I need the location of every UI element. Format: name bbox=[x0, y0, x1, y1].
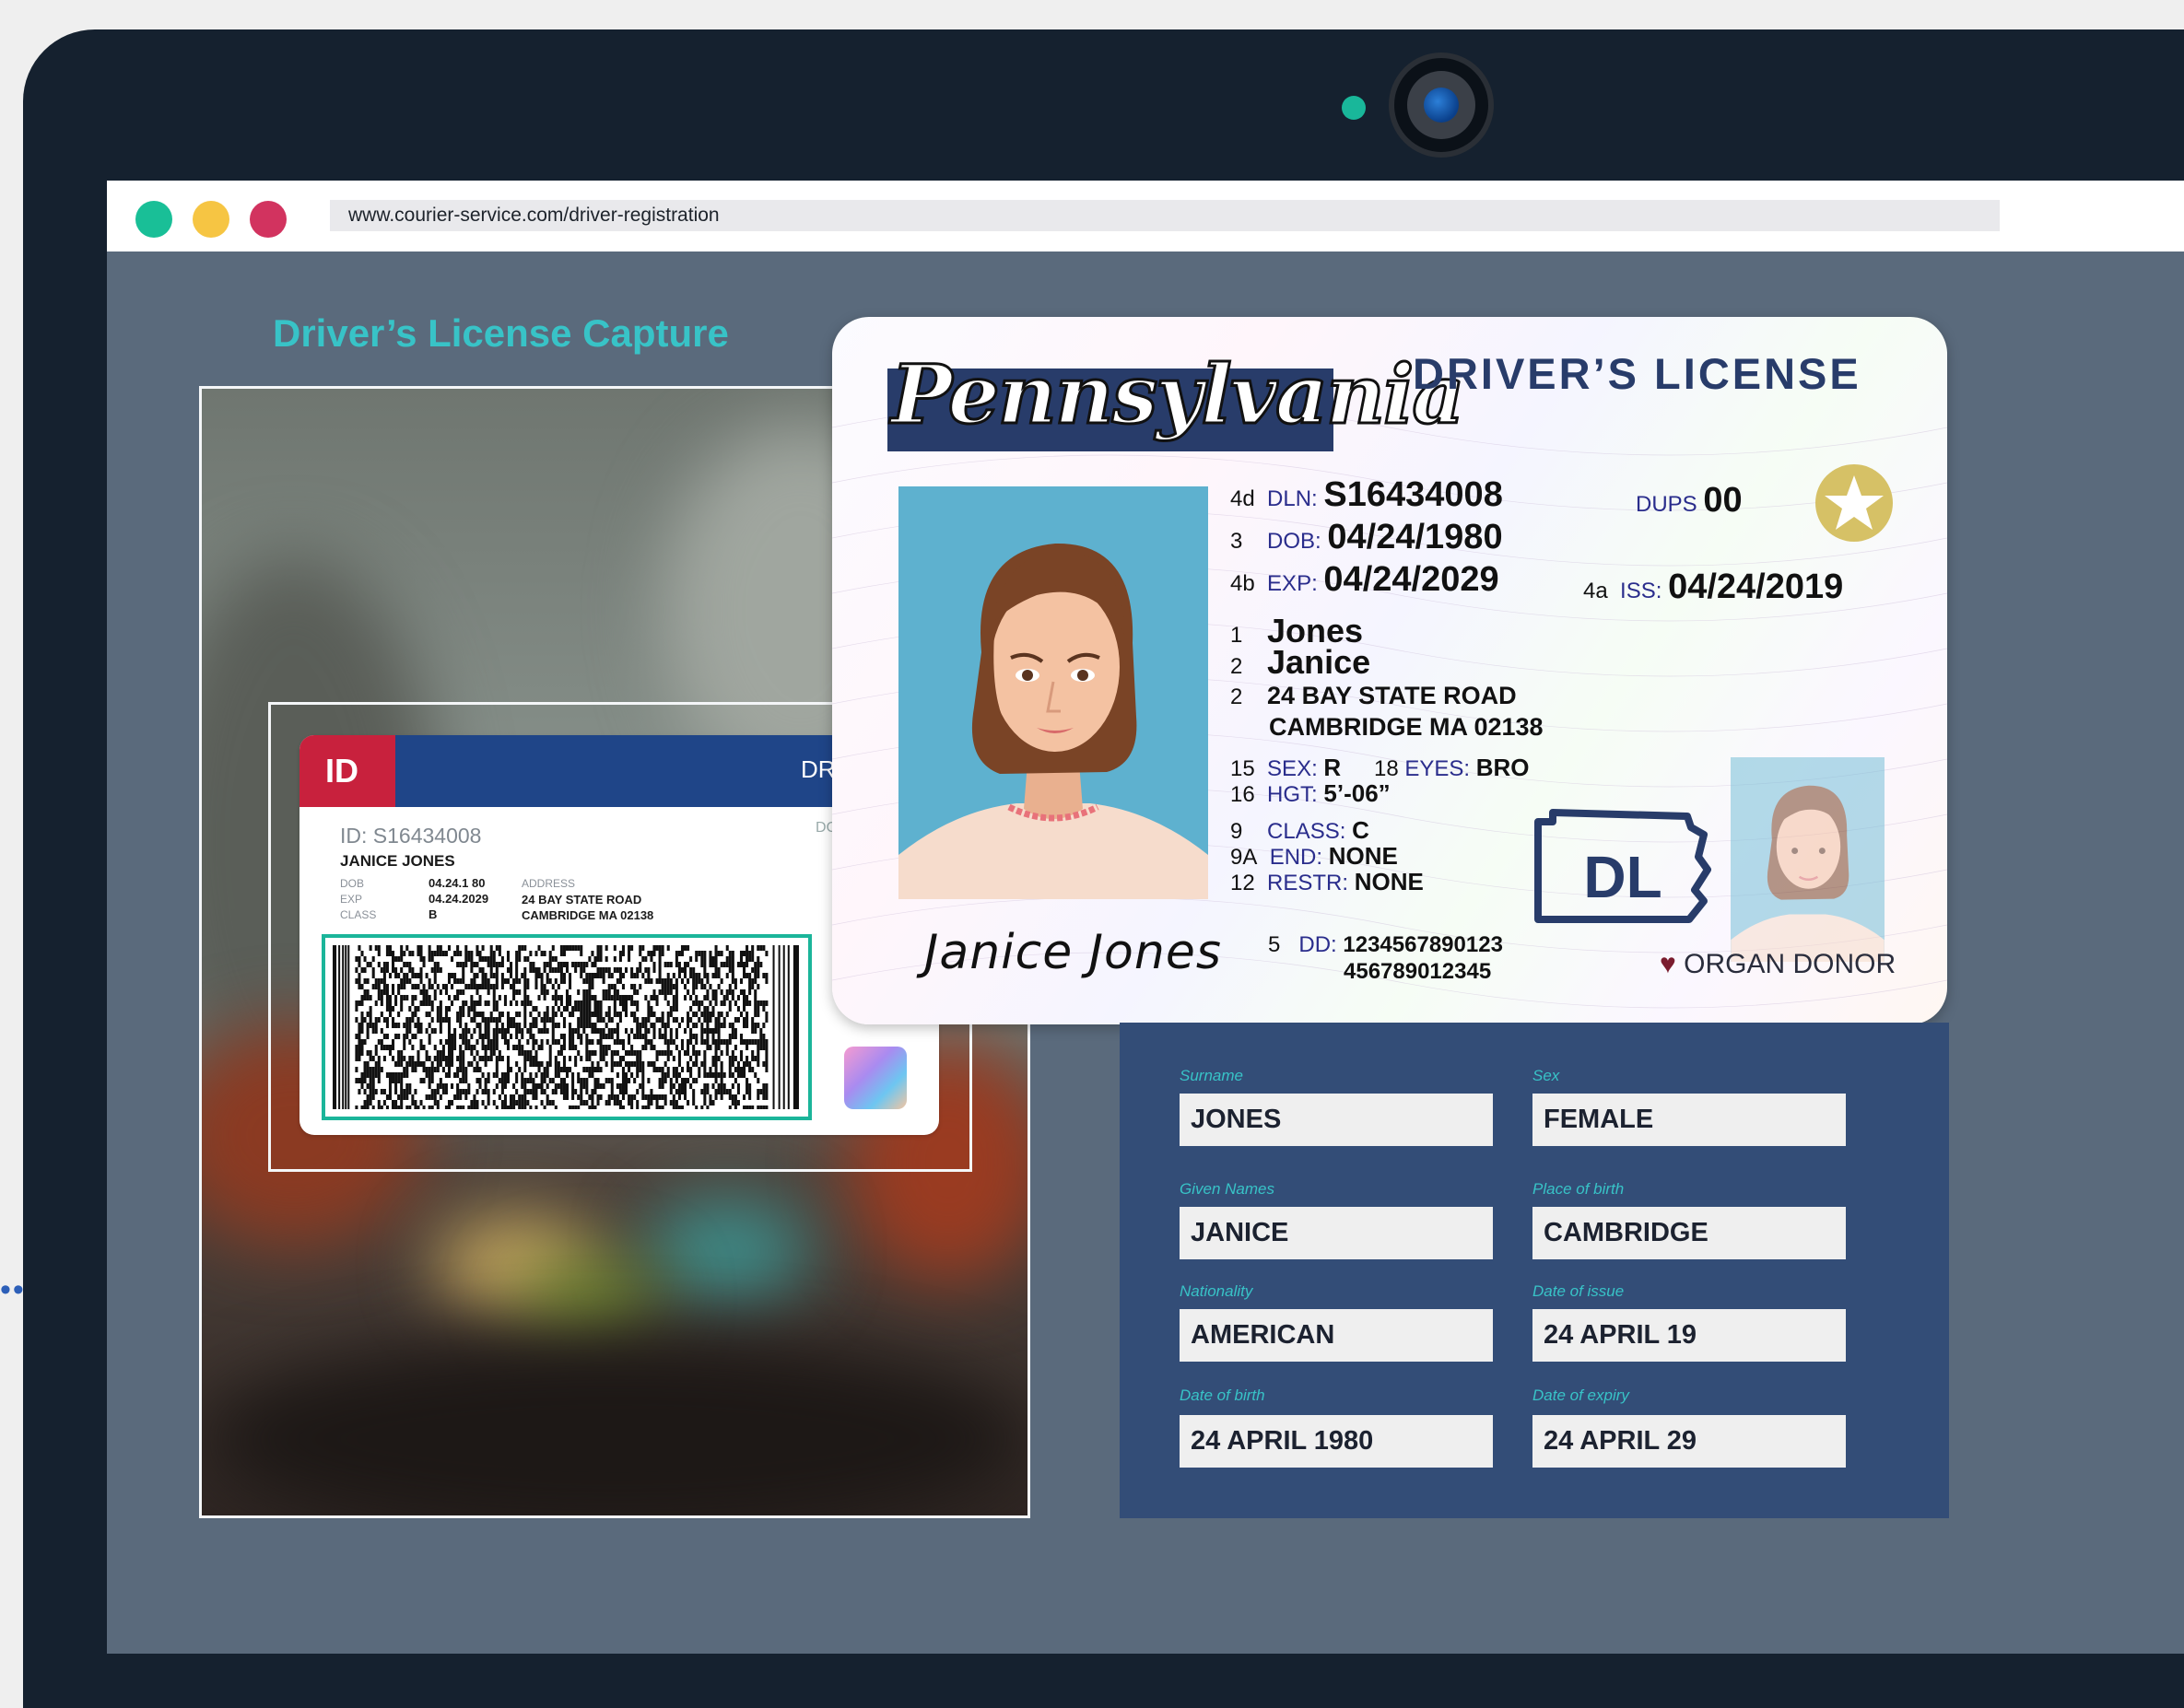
license-iss: 4a ISS: 04/24/2019 bbox=[1583, 567, 1844, 606]
date-of-issue-field[interactable] bbox=[1532, 1309, 1846, 1362]
id-address-line2: CAMBRIDGE MA 02138 bbox=[522, 908, 654, 922]
license-restrictions: 12 RESTR: NONE bbox=[1230, 868, 1424, 895]
id-card-number: ID: S16434008 bbox=[340, 824, 482, 848]
connector-dots: •• bbox=[0, 1272, 26, 1307]
sex-label: Sex bbox=[1532, 1067, 1560, 1084]
organ-donor: ♥ ORGAN DONOR bbox=[1660, 949, 1896, 980]
license-address-line2: CAMBRIDGE MA 02138 bbox=[1269, 713, 1544, 741]
given-names-field[interactable] bbox=[1180, 1207, 1493, 1259]
date-of-expiry-label: Date of expiry bbox=[1532, 1386, 1629, 1404]
address-bar[interactable]: www.courier-service.com/driver-registrat… bbox=[330, 200, 2000, 231]
camera-indicator-light bbox=[1342, 96, 1366, 120]
pdf417-barcode bbox=[333, 945, 799, 1109]
webcam-icon bbox=[1389, 53, 1494, 158]
gold-star-icon bbox=[1815, 464, 1893, 542]
date-of-expiry-field[interactable] bbox=[1532, 1415, 1846, 1468]
nationality-field[interactable] bbox=[1180, 1309, 1493, 1362]
license-photo bbox=[898, 486, 1208, 899]
dl-mark-text: DL bbox=[1583, 844, 1661, 910]
license-exp: 4b EXP: 04/24/2029 bbox=[1230, 560, 1499, 599]
id-card-name: JANICE JONES bbox=[340, 852, 455, 870]
license-dups: DUPS 00 bbox=[1636, 481, 1743, 520]
organ-donor-label: ORGAN DONOR bbox=[1684, 949, 1896, 979]
ghost-photo bbox=[1731, 757, 1885, 962]
browser-toolbar: www.courier-service.com/driver-registrat… bbox=[107, 181, 2184, 252]
license-given-name: 2 Janice bbox=[1230, 643, 1371, 681]
woman-portrait-image bbox=[898, 543, 1208, 899]
id-address-label: ADDRESS bbox=[522, 877, 576, 890]
id-dob-label: DOB bbox=[340, 877, 365, 890]
license-dd: 5 DD: 1234567890123 bbox=[1268, 932, 1503, 957]
id-badge: ID bbox=[299, 735, 395, 807]
license-height: 16 HGT: 5’-06” bbox=[1230, 779, 1391, 807]
license-dob: 3 DOB: 04/24/1980 bbox=[1230, 518, 1503, 556]
id-class-value: B bbox=[429, 907, 438, 921]
license-endorsements: 9A END: NONE bbox=[1230, 842, 1398, 870]
place-of-birth-field[interactable] bbox=[1532, 1207, 1846, 1259]
date-of-issue-label: Date of issue bbox=[1532, 1282, 1625, 1300]
state-outline-dl-icon: DL bbox=[1534, 809, 1711, 923]
id-exp-label: EXP bbox=[340, 893, 363, 906]
license-eyes: 18 EYES: BRO bbox=[1374, 754, 1530, 781]
surname-label: Surname bbox=[1180, 1067, 1243, 1084]
id-exp-value: 04.24.2029 bbox=[429, 892, 489, 906]
date-of-birth-field[interactable] bbox=[1180, 1415, 1493, 1468]
date-of-birth-label: Date of birth bbox=[1180, 1386, 1265, 1404]
license-dln: 4d DLN: S16434008 bbox=[1230, 475, 1503, 514]
license-dd-line2: 456789012345 bbox=[1344, 959, 1492, 984]
state-name: Pennsylvania bbox=[889, 345, 1465, 444]
extracted-data-form: Surname Sex Given Names Place of birth N… bbox=[1120, 1023, 1949, 1518]
id-class-label: CLASS bbox=[340, 908, 377, 921]
capture-section-title: Driver’s License Capture bbox=[273, 311, 729, 355]
drivers-license-card: Pennsylvania DRIVER’S LICENSE 4d DLN: S1… bbox=[832, 317, 1947, 1024]
given-names-label: Given Names bbox=[1180, 1180, 1274, 1198]
holder-signature: Janice Jones bbox=[924, 925, 1222, 980]
sex-field[interactable] bbox=[1532, 1094, 1846, 1146]
window-minimize-button[interactable] bbox=[193, 201, 229, 238]
surname-field[interactable] bbox=[1180, 1094, 1493, 1146]
barcode-scan-region bbox=[322, 934, 812, 1120]
id-dob-value: 04.24.1 80 bbox=[429, 876, 486, 890]
place-of-birth-label: Place of birth bbox=[1532, 1180, 1625, 1198]
license-address-line1: 2 24 BAY STATE ROAD bbox=[1230, 682, 1517, 709]
id-address-line1: 24 BAY STATE ROAD bbox=[522, 893, 642, 907]
license-heading: DRIVER’S LICENSE bbox=[1413, 349, 1861, 398]
license-sex: 15 SEX: R bbox=[1230, 754, 1342, 781]
ghost-portrait-image bbox=[1731, 785, 1885, 962]
hologram-globe-icon bbox=[844, 1047, 907, 1109]
license-class: 9 CLASS: C bbox=[1230, 816, 1369, 844]
window-close-button[interactable] bbox=[250, 201, 287, 238]
window-maximize-button[interactable] bbox=[135, 201, 172, 238]
nationality-label: Nationality bbox=[1180, 1282, 1253, 1300]
heart-icon: ♥ bbox=[1660, 949, 1676, 979]
